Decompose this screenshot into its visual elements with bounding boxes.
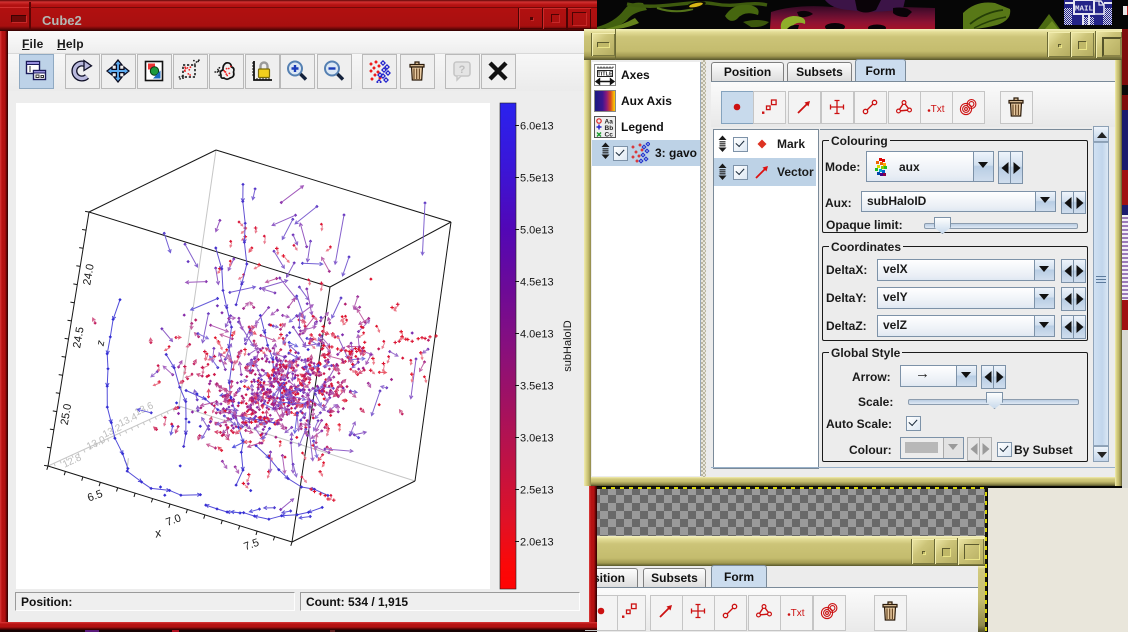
svg-text:4.5e13: 4.5e13: [520, 277, 554, 289]
svg-text:MAIL: MAIL: [1075, 6, 1094, 14]
svg-text:4.0e13: 4.0e13: [520, 329, 554, 341]
svg-text:2.0e13: 2.0e13: [520, 537, 554, 549]
svg-text:Txt: Txt: [931, 104, 945, 115]
svg-text:3.5e13: 3.5e13: [520, 381, 554, 393]
svg-text:5.0e13: 5.0e13: [520, 225, 554, 237]
svg-text:5.5e13: 5.5e13: [520, 173, 554, 185]
svg-text:2.5e13: 2.5e13: [520, 485, 554, 497]
svg-text:6.0e13: 6.0e13: [520, 121, 554, 133]
svg-text:3.0e13: 3.0e13: [520, 433, 554, 445]
svg-text:TITLE: TITLE: [597, 72, 613, 78]
svg-text:Txt: Txt: [791, 608, 805, 619]
svg-text:subHaloID: subHaloID: [562, 320, 574, 371]
svg-text:Cc: Cc: [605, 132, 614, 139]
svg-text:?: ?: [459, 64, 466, 76]
